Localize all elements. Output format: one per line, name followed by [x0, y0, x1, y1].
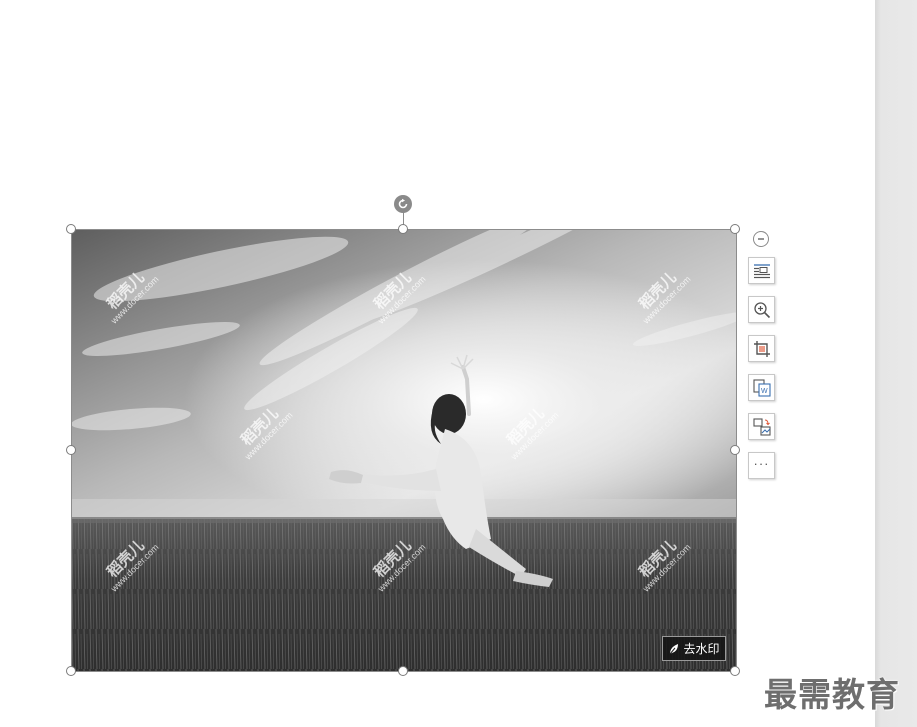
minus-icon — [758, 238, 764, 240]
text-wrap-icon — [753, 263, 770, 278]
image-to-text-button[interactable]: W — [748, 374, 775, 401]
zoom-in-icon — [753, 301, 770, 318]
svg-text:W: W — [761, 388, 768, 395]
replace-image-button[interactable] — [748, 413, 775, 440]
selected-image[interactable] — [71, 229, 736, 671]
grayscale-photo-dancer-in-wheat-field — [71, 229, 736, 671]
crop-button[interactable] — [748, 335, 775, 362]
remove-watermark-label: 去水印 — [683, 642, 720, 656]
more-icon: ··· — [753, 456, 770, 471]
resize-handle-top-right[interactable] — [730, 224, 740, 234]
zoom-preview-button[interactable] — [748, 296, 775, 323]
image-to-text-icon: W — [752, 378, 771, 397]
rotate-icon — [398, 198, 408, 209]
remove-watermark-button[interactable]: 去水印 — [662, 636, 726, 661]
resize-handle-bottom-center[interactable] — [398, 666, 408, 676]
resize-handle-bottom-right[interactable] — [730, 666, 740, 676]
vertical-scrollbar-track[interactable] — [875, 0, 917, 727]
resize-handle-middle-right[interactable] — [730, 445, 740, 455]
replace-image-icon — [752, 417, 771, 436]
resize-handle-middle-left[interactable] — [66, 445, 76, 455]
crop-icon — [753, 340, 770, 357]
text-wrap-button[interactable] — [748, 257, 775, 284]
resize-handle-top-left[interactable] — [66, 224, 76, 234]
leaf-icon — [670, 643, 679, 654]
brand-watermark: 最需教育 — [764, 675, 900, 714]
resize-handle-bottom-left[interactable] — [66, 666, 76, 676]
resize-handle-top-center[interactable] — [398, 224, 408, 234]
more-options-button[interactable]: ··· — [748, 452, 775, 479]
rotate-handle[interactable] — [394, 195, 412, 213]
collapse-toolbar-button[interactable] — [753, 231, 769, 247]
